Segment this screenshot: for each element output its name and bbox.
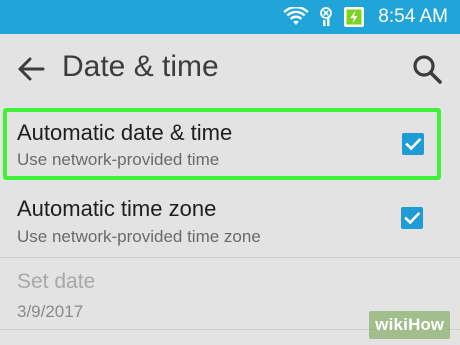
setting-value: 3/9/2017 (17, 302, 84, 321)
status-icons: 8:54 AM (283, 0, 448, 34)
setting-title: Automatic time zone (17, 196, 217, 221)
battery-charging-icon (343, 6, 365, 28)
setting-subtitle: Use network-provided time (17, 150, 220, 169)
app-toolbar: Date & time (0, 34, 460, 104)
setting-subtitle: Use network-provided time zone (17, 227, 261, 246)
setting-automatic-time-zone[interactable]: Automatic time zone Use network-provided… (0, 186, 460, 258)
watermark-text: wiki (375, 315, 409, 334)
setting-title: Set date (17, 270, 96, 293)
status-clock: 8:54 AM (378, 6, 448, 27)
setting-title: Automatic date & time (17, 120, 233, 145)
automatic-date-time-checkbox[interactable] (402, 133, 424, 155)
wikihow-watermark: wiki How (369, 311, 450, 339)
wifi-icon (283, 7, 309, 27)
watermark-text-bold: How (408, 315, 444, 334)
page-title: Date & time (62, 50, 219, 83)
arrow-left-icon[interactable] (16, 54, 46, 84)
status-bar: 8:54 AM (0, 0, 460, 34)
no-sim-icon (318, 7, 334, 27)
search-icon[interactable] (410, 52, 444, 86)
automatic-time-zone-checkbox[interactable] (401, 207, 423, 229)
setting-automatic-date-time[interactable]: Automatic date & time Use network-provid… (0, 108, 460, 180)
